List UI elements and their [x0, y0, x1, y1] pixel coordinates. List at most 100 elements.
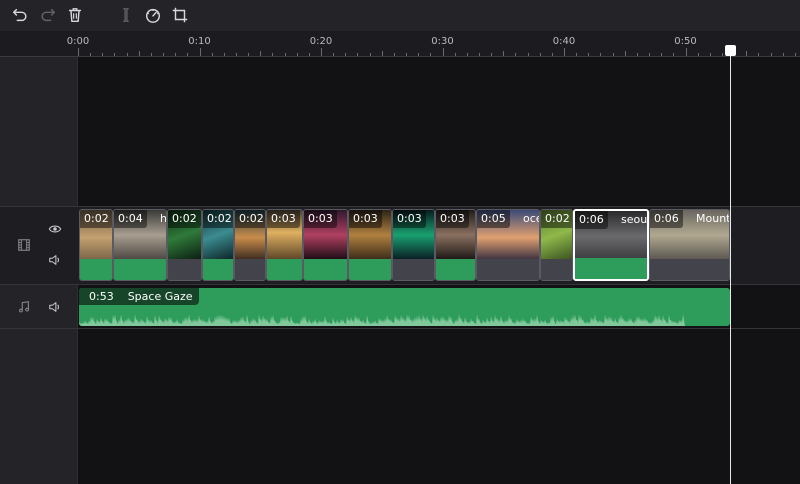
clip-duration: 0:02: [541, 210, 572, 228]
ruler-tick: [78, 48, 79, 56]
ruler-tick: [478, 53, 480, 56]
video-clip[interactable]: 0:06 Mount: [649, 209, 730, 281]
clip-duration: 0:03: [304, 210, 337, 228]
video-clip[interactable]: 0:02: [234, 209, 266, 281]
audio-volume-toggle[interactable]: [47, 299, 63, 315]
ruler-tick: [685, 48, 687, 56]
ruler-tick: [102, 53, 104, 56]
ruler-tick: [199, 48, 201, 56]
audio-clip-duration: 0:53: [89, 290, 114, 303]
ruler-tick: [381, 51, 383, 56]
clip-audio-strip: [80, 259, 112, 280]
ruler-tick: [576, 53, 578, 56]
ruler-tick: [357, 53, 359, 56]
clip-audio-strip: [436, 259, 475, 280]
ruler-tick: [515, 53, 517, 56]
ruler-tick: [794, 53, 796, 56]
clip-duration: 0:02: [168, 210, 201, 228]
track-divider: [0, 206, 800, 207]
redo-icon: [41, 8, 56, 22]
ruler-tick: [260, 51, 262, 56]
ruler-tick: [138, 51, 140, 56]
ruler-tick: [284, 53, 286, 56]
ruler-tick: [321, 48, 322, 56]
time-ruler[interactable]: 0:00 0:10 0:20 0:30 0:40 0:50: [0, 31, 800, 57]
ruler-tick: [503, 51, 505, 56]
speed-button[interactable]: [143, 5, 163, 25]
delete-icon: [68, 8, 82, 23]
ruler-label: 0:10: [188, 36, 211, 47]
volume-icon: [49, 255, 60, 265]
ruler-label: 0:50: [674, 36, 697, 47]
video-visibility-toggle[interactable]: [47, 221, 63, 237]
ruler-tick: [296, 53, 298, 56]
clip-audio-strip: [393, 259, 434, 280]
playhead-line: [730, 50, 731, 484]
delete-button[interactable]: [65, 5, 85, 25]
video-editor-timeline: 0:00 0:10 0:20 0:30 0:40 0:50 0:02 0:04 h 0:02 0:…: [0, 0, 800, 484]
ruler-tick: [612, 53, 614, 56]
ruler-tick: [600, 53, 602, 56]
redo-button[interactable]: [38, 5, 58, 25]
video-clip[interactable]: 0:03: [266, 209, 303, 281]
ruler-tick: [539, 53, 541, 56]
ruler-tick: [235, 53, 237, 56]
ruler-tick: [697, 53, 699, 56]
volume-icon: [49, 302, 60, 312]
clip-audio-strip: [575, 258, 647, 279]
video-clip[interactable]: 0:02: [167, 209, 202, 281]
video-clip[interactable]: 0:03: [392, 209, 435, 281]
ruler-tick: [709, 53, 711, 56]
ruler-tick: [308, 53, 310, 56]
crop-button[interactable]: [170, 5, 190, 25]
track-divider: [0, 328, 800, 329]
ruler-tick: [114, 53, 116, 56]
track-divider: [0, 284, 800, 285]
video-clip[interactable]: 0:04 h: [113, 209, 167, 281]
video-clip[interactable]: 0:03: [435, 209, 476, 281]
ruler-tick: [442, 48, 444, 56]
ruler-tick: [454, 53, 456, 56]
clip-name: Mount: [696, 212, 730, 225]
split-icon: [123, 8, 129, 22]
ruler-tick: [175, 53, 177, 56]
clip-name: oce: [523, 212, 539, 225]
ruler-tick: [418, 53, 420, 56]
undo-button[interactable]: [10, 5, 30, 25]
video-clip[interactable]: 0:06 seoul: [573, 209, 649, 281]
ruler-tick: [126, 53, 128, 56]
clip-audio-strip: [235, 259, 265, 280]
ruler-tick: [636, 53, 638, 56]
clip-duration: 0:02: [80, 210, 112, 228]
audio-track-icon: [16, 299, 32, 315]
ruler-label: 0:40: [552, 36, 576, 47]
ruler-tick: [90, 53, 92, 56]
video-clip[interactable]: 0:02: [79, 209, 113, 281]
video-volume-toggle[interactable]: [47, 252, 63, 268]
video-clip[interactable]: 0:03: [348, 209, 392, 281]
ruler-tick: [272, 53, 274, 56]
ruler-tick: [782, 53, 784, 56]
ruler-tick: [721, 53, 723, 56]
ruler-label: 0:00: [66, 36, 90, 47]
clip-audio-strip: [203, 259, 233, 280]
clip-duration: 0:06: [575, 211, 608, 229]
ruler-tick: [588, 53, 590, 56]
ruler-tick: [466, 53, 468, 56]
crop-icon: [172, 7, 188, 23]
clip-name: h: [160, 212, 167, 225]
clip-duration: 0:03: [349, 210, 382, 228]
video-clip[interactable]: 0:02: [540, 209, 573, 281]
video-clip[interactable]: 0:03: [303, 209, 348, 281]
ruler-tick: [345, 53, 347, 56]
music-icon: [19, 301, 29, 313]
clip-duration: 0:04: [114, 210, 147, 228]
video-clip[interactable]: 0:05 oce: [476, 209, 540, 281]
undo-icon: [12, 8, 27, 22]
video-clip[interactable]: 0:02: [202, 209, 234, 281]
split-button[interactable]: [116, 5, 136, 25]
playhead-handle[interactable]: [725, 45, 736, 56]
eye-icon: [48, 225, 62, 233]
speed-icon: [145, 8, 161, 23]
audio-clip[interactable]: 0:53 Space Gaze: [79, 288, 730, 326]
